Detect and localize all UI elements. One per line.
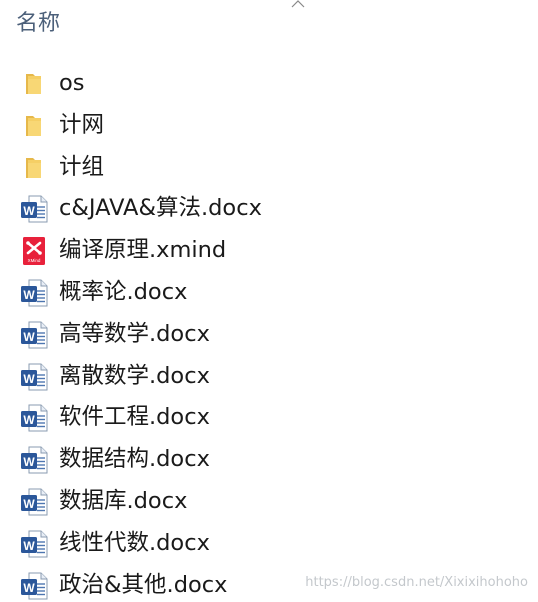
file-row[interactable]: W 数据库.docx: [0, 480, 538, 522]
file-name: 高等数学.docx: [59, 320, 210, 347]
sort-caret-icon: [291, 0, 305, 8]
file-name: 数据结构.docx: [59, 446, 210, 473]
file-row[interactable]: W 概率论.docx: [0, 271, 538, 313]
word-document-icon: W: [20, 488, 48, 516]
file-name: 编译原理.xmind: [59, 237, 227, 264]
column-header-name[interactable]: 名称: [0, 0, 538, 48]
column-title: 名称: [16, 11, 61, 36]
file-row[interactable]: W 线性代数.docx: [0, 522, 538, 564]
word-document-icon: W: [20, 279, 48, 307]
svg-text:W: W: [23, 539, 35, 553]
svg-text:W: W: [23, 372, 35, 386]
xmind-file-icon: XMind: [20, 237, 48, 266]
word-document-icon: W: [20, 404, 48, 432]
file-name: os: [59, 70, 85, 96]
file-row[interactable]: W 数据结构.docx: [0, 438, 538, 480]
file-name: 线性代数.docx: [59, 529, 210, 556]
file-row[interactable]: os: [0, 62, 538, 104]
file-name: 软件工程.docx: [59, 404, 210, 431]
word-document-icon: W: [20, 321, 48, 349]
file-name: 概率论.docx: [59, 278, 188, 305]
svg-text:W: W: [23, 497, 35, 511]
file-name: 政治&其他.docx: [59, 571, 228, 598]
file-row[interactable]: 计组: [0, 146, 538, 188]
folder-icon: [20, 70, 48, 98]
svg-text:W: W: [23, 330, 35, 344]
file-row[interactable]: 计网: [0, 104, 538, 146]
word-document-icon: W: [20, 363, 48, 391]
file-name: c&JAVA&算法.docx: [59, 195, 262, 222]
word-document-icon: W: [20, 446, 48, 474]
file-row[interactable]: Wc&JAVA&算法.docx: [0, 187, 538, 229]
svg-text:W: W: [23, 204, 35, 218]
file-row[interactable]: W 高等数学.docx: [0, 313, 538, 355]
file-row[interactable]: XMind 编译原理.xmind: [0, 229, 538, 271]
folder-icon: [20, 112, 48, 140]
word-document-icon: W: [20, 195, 48, 223]
file-list: os 计网计组 Wc&JAVA&算法.docx XMind 编译原理.xmind W 概率论…: [0, 62, 538, 602]
svg-text:W: W: [23, 413, 35, 427]
file-row[interactable]: W 软件工程.docx: [0, 396, 538, 438]
watermark: https://blog.csdn.net/Xixixihohoho: [305, 575, 528, 590]
word-document-icon: W: [20, 530, 48, 558]
file-name: 计网: [59, 111, 105, 138]
svg-text:W: W: [23, 288, 35, 302]
file-name: 数据库.docx: [59, 487, 188, 514]
svg-text:W: W: [23, 581, 35, 595]
file-row[interactable]: W 离散数学.docx: [0, 355, 538, 397]
folder-icon: [20, 154, 48, 182]
file-name: 计组: [59, 153, 105, 180]
file-explorer: 名称 os 计网计组 Wc&JAVA&算法.docx XMind 编译原理.xmind W…: [0, 0, 538, 602]
svg-text:XMind: XMind: [28, 258, 41, 263]
svg-text:W: W: [23, 455, 35, 469]
word-document-icon: W: [20, 572, 48, 600]
file-name: 离散数学.docx: [59, 362, 210, 389]
